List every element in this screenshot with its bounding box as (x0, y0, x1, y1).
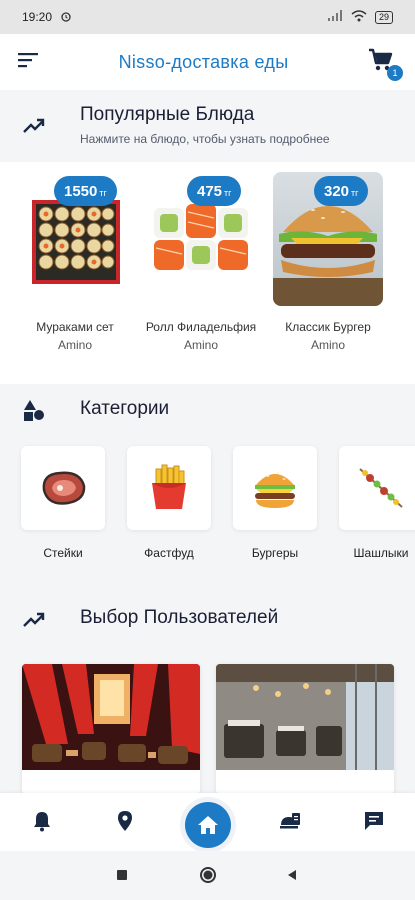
menu-icon[interactable] (18, 52, 40, 73)
restaurant-image (22, 664, 200, 770)
restaurant-image (216, 664, 394, 770)
cart-badge: 1 (387, 65, 403, 81)
category-label: Фастфуд (144, 546, 194, 560)
dishes-icon[interactable] (278, 809, 302, 833)
dish-shop: Amino (57, 338, 92, 352)
category-card[interactable]: Фастфуд (127, 446, 211, 560)
home-icon (198, 816, 218, 834)
price-value: 1550 (64, 182, 98, 200)
system-home-icon[interactable] (198, 865, 218, 885)
popular-subtitle: Нажмите на блюдо, чтобы узнать подробнее (80, 132, 330, 146)
home-button[interactable] (185, 802, 231, 848)
categories-section-header: Категории (0, 392, 415, 432)
cart-button[interactable]: 1 (367, 47, 403, 81)
popular-title: Популярные Блюда (80, 104, 255, 125)
category-tile (339, 446, 415, 530)
back-icon[interactable] (284, 867, 300, 883)
chat-icon[interactable] (362, 809, 386, 833)
wifi-icon (351, 9, 367, 25)
kebab-icon (359, 468, 403, 508)
app-title: Nisso-доставка еды (118, 51, 289, 72)
price-value: 320 (324, 182, 350, 200)
users-choice-title: Выбор Пользователей (80, 607, 279, 628)
category-label: Шашлыки (353, 546, 409, 560)
popular-section-header: Популярные Блюда Нажмите на блюдо, чтобы… (0, 96, 415, 162)
trending-up-icon (23, 118, 45, 133)
fries-icon (152, 464, 186, 509)
category-label: Бургеры (251, 546, 299, 560)
category-tile (127, 446, 211, 530)
dish-name: Классик Бургер (285, 320, 371, 334)
category-tile (233, 446, 317, 530)
dish-shop: Amino (310, 338, 345, 352)
price-badge: 1550 тг (54, 176, 117, 206)
price-badge: 320 тг (314, 176, 369, 206)
category-tile (21, 446, 105, 530)
category-card[interactable]: Шашлыки (339, 446, 415, 560)
trending-up-icon (23, 612, 45, 627)
alarm-icon (60, 10, 72, 25)
burger-icon (255, 472, 295, 508)
price-badge: 475 тг (187, 176, 242, 206)
price-value: 475 (197, 182, 223, 200)
categories-title: Категории (80, 398, 170, 419)
battery-indicator: 29 (374, 10, 393, 24)
category-label: Стейки (43, 546, 83, 560)
system-navigation-bar (0, 851, 415, 900)
users-choice-section-header: Выбор Пользователей (0, 602, 415, 642)
signal-icon (327, 9, 343, 25)
price-currency: тг (351, 188, 359, 198)
app-bar: Nisso-доставка еды 1 (0, 34, 415, 90)
price-currency: тг (99, 188, 107, 198)
bell-icon[interactable] (30, 809, 54, 833)
shapes-icon (24, 400, 44, 421)
category-card[interactable]: Бургеры (233, 446, 317, 560)
location-icon[interactable] (113, 809, 137, 833)
category-card[interactable]: Стейки (21, 446, 105, 560)
status-bar: 19:20 29 (0, 0, 415, 34)
restaurant-card[interactable] (216, 664, 394, 794)
price-currency: тг (224, 188, 232, 198)
steak-icon (42, 471, 86, 505)
dish-name: Ролл Филадельфия (145, 320, 257, 334)
dish-name: Мураками сет (36, 320, 114, 334)
status-time: 19:20 (22, 10, 53, 24)
recents-icon[interactable] (114, 867, 130, 883)
restaurant-card[interactable] (22, 664, 200, 794)
dish-shop: Amino (183, 338, 218, 352)
